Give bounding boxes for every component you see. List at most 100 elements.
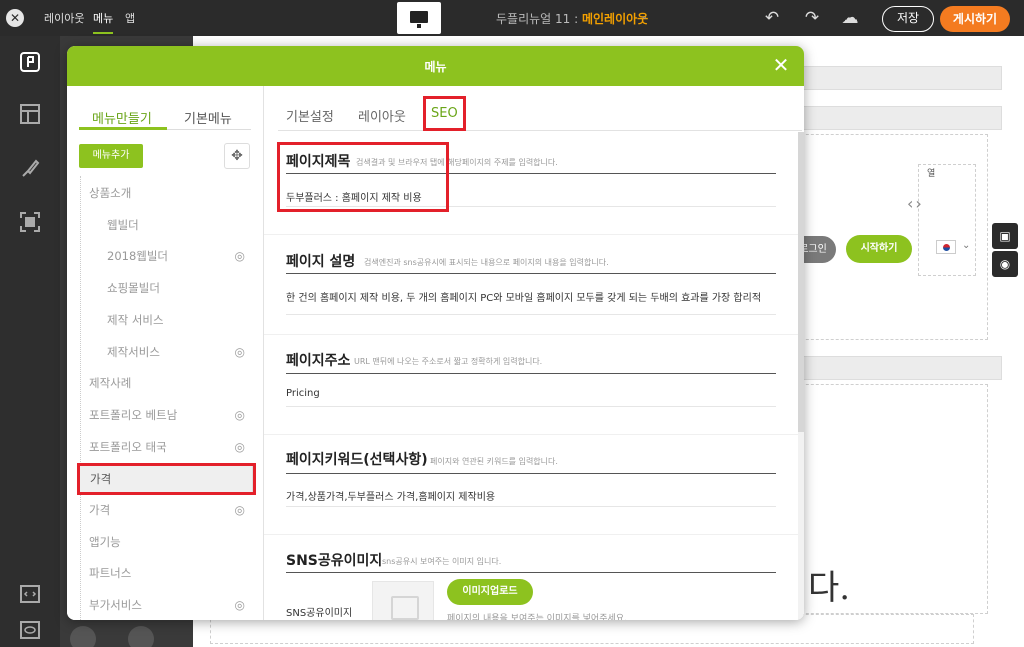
preview-icon[interactable] xyxy=(12,612,48,647)
menu-item-label: 제작 서비스 xyxy=(107,312,164,327)
menu-item-label: 제작사례 xyxy=(89,376,132,391)
start-button[interactable]: 시작하기 xyxy=(846,235,912,263)
seo-page-url-input[interactable]: Pricing xyxy=(286,388,778,399)
cloud-upload-icon[interactable]: ☁ xyxy=(838,6,862,30)
section-underline xyxy=(286,273,776,274)
section-divider xyxy=(264,534,798,535)
add-menu-button[interactable]: 메뉴추가 xyxy=(79,144,143,168)
section-underline xyxy=(286,473,776,474)
code-icon[interactable] xyxy=(12,576,48,612)
input-underline xyxy=(286,506,776,507)
canvas-heading: 다. xyxy=(808,568,851,608)
menu-item[interactable]: 제작사례 xyxy=(79,368,253,398)
menu-item[interactable]: 부가서비스 ◎ xyxy=(79,590,253,620)
brush-icon[interactable] xyxy=(12,151,48,187)
seo-page-title-label: 페이지제목 xyxy=(286,154,351,170)
tab-menu[interactable]: 메뉴 xyxy=(93,10,114,34)
sns-image-field-label: SNS공유이미지 xyxy=(286,608,353,619)
sns-image-note: 페이지의 내용을 보여주는 이미지를 넣어주세요. xyxy=(447,614,627,620)
move-icon[interactable]: ✥ xyxy=(224,143,250,169)
seo-keywords-help: 페이지와 연관된 키워드를 입력합니다. xyxy=(430,457,558,466)
chevron-down-icon[interactable]: ⌄ xyxy=(962,240,970,251)
tab-layout-settings[interactable]: 레이아웃 xyxy=(358,106,406,125)
seo-page-desc-label: 페이지 설명 xyxy=(286,254,356,270)
canvas-section xyxy=(918,164,976,276)
share-icon[interactable] xyxy=(128,626,154,647)
left-toolbar xyxy=(0,36,60,647)
menu-modal: 메뉴 ✕ 메뉴만들기 기본메뉴 메뉴추가 ✥ 상품소개 웹빌더 2018웹빌더 ◎ 쇼핑… xyxy=(67,46,804,620)
modal-header: 메뉴 ✕ xyxy=(67,46,804,86)
visibility-icon[interactable]: ◎ xyxy=(235,590,245,620)
menu-item[interactable]: 웹빌더 xyxy=(79,210,253,240)
menu-item-label: 부가서비스 xyxy=(89,598,142,613)
menu-item[interactable]: 제작 서비스 xyxy=(79,305,253,335)
mobile-icon[interactable] xyxy=(70,626,96,647)
menu-item[interactable]: 포트폴리오 베트남 ◎ xyxy=(79,400,253,430)
tab-divider xyxy=(278,130,802,131)
active-tab-indicator xyxy=(79,127,167,130)
save-button[interactable]: 저장 xyxy=(882,6,934,32)
close-icon[interactable]: ✕ xyxy=(770,54,792,76)
menu-list-panel: 메뉴만들기 기본메뉴 메뉴추가 ✥ 상품소개 웹빌더 2018웹빌더 ◎ 쇼핑몰빌더제작… xyxy=(67,86,264,620)
tab-layout[interactable]: 레이아웃 xyxy=(44,10,84,26)
capture-icon[interactable] xyxy=(12,204,48,240)
menu-item[interactable]: 파트너스 xyxy=(79,558,253,588)
undo-icon[interactable]: ↶ xyxy=(760,6,784,30)
seo-page-title-help: 검색결과 및 브라우저 탭에 해당페이지의 주제를 입력합니다. xyxy=(356,158,558,167)
top-bar: ✕ 레이아웃 메뉴 앱 두플리뉴얼 11 : 메인레이아웃 ⌄ ↶ ↷ ☁ 저장… xyxy=(0,0,1024,36)
tab-seo[interactable]: SEO xyxy=(431,106,458,121)
image-placeholder-icon xyxy=(372,581,434,620)
layout-icon[interactable] xyxy=(12,96,48,132)
scrollbar-thumb[interactable] xyxy=(798,132,804,432)
menu-item[interactable]: 쇼핑몰빌더 xyxy=(79,273,253,303)
visibility-icon[interactable]: ◎ xyxy=(235,432,245,462)
visibility-icon[interactable]: ◎ xyxy=(235,400,245,430)
publish-button[interactable]: 게시하기 xyxy=(940,6,1010,32)
canvas-block xyxy=(776,66,1002,90)
site-name: 두플리뉴얼 11 : xyxy=(496,12,582,26)
menu-item[interactable]: 2018웹빌더 ◎ xyxy=(79,241,253,271)
tab-default-menu[interactable]: 기본메뉴 xyxy=(184,108,232,127)
tab-menu-create[interactable]: 메뉴만들기 xyxy=(92,108,152,127)
close-editor-icon[interactable]: ✕ xyxy=(6,9,24,27)
column-label: 열 xyxy=(927,169,936,179)
menu-item-label: 쇼핑몰빌더 xyxy=(107,281,160,296)
section-underline xyxy=(286,572,776,573)
current-page-name: 메인레이아웃 xyxy=(581,12,649,26)
seo-page-desc-help: 검색엔진과 sns공유시에 표시되는 내용으로 페이지의 내용을 입력합니다. xyxy=(364,258,609,267)
visibility-icon[interactable]: ◎ xyxy=(235,337,245,367)
page-title[interactable]: 두플리뉴얼 11 : 메인레이아웃 xyxy=(496,10,648,27)
redo-icon[interactable]: ↷ xyxy=(800,6,824,30)
eye-icon[interactable]: ◉ xyxy=(992,251,1018,277)
modal-title: 메뉴 xyxy=(424,60,447,74)
book-icon[interactable]: ▣ xyxy=(992,223,1018,249)
menu-item-selected[interactable]: 가격 xyxy=(79,463,253,494)
desktop-view-button[interactable] xyxy=(397,2,441,34)
seo-sns-image-help: sns공유시 보여주는 이미지 입니다. xyxy=(382,557,502,566)
section-divider xyxy=(264,434,798,435)
menu-item[interactable]: 상품소개 xyxy=(79,178,253,208)
seo-keywords-label: 페이지키워드(선택사항) xyxy=(286,452,428,468)
korea-flag-icon[interactable] xyxy=(936,240,956,254)
visibility-icon[interactable]: ◎ xyxy=(235,241,245,271)
menu-item[interactable]: 가격 ◎ xyxy=(79,495,253,525)
seo-page-desc-input[interactable]: 한 건의 홈페이지 제작 비용, 두 개의 홈페이지 PC와 모바일 홈페이지 … xyxy=(286,289,778,304)
image-upload-button[interactable]: 이미지업로드 xyxy=(447,579,533,605)
chevron-down-icon[interactable]: ⌄ xyxy=(640,11,648,22)
seo-keywords-input[interactable]: 가격,상품가격,두부플러스 가격,홈페이지 제작비용 xyxy=(286,488,778,503)
menu-item[interactable]: 포트폴리오 태국 ◎ xyxy=(79,432,253,462)
menu-item[interactable]: 앱기능 xyxy=(79,527,253,557)
tab-basic-settings[interactable]: 기본설정 xyxy=(286,106,334,125)
monitor-icon xyxy=(410,11,428,28)
tab-app[interactable]: 앱 xyxy=(125,10,135,26)
menu-item-label: 파트너스 xyxy=(89,566,132,581)
section-divider xyxy=(264,234,798,235)
slider-arrows-icon[interactable]: ‹› xyxy=(907,194,924,213)
menu-item[interactable]: 제작서비스 ◎ xyxy=(79,337,253,367)
input-underline xyxy=(286,206,776,207)
canvas-block xyxy=(776,356,1002,380)
pages-icon[interactable] xyxy=(12,44,48,80)
section-underline xyxy=(286,173,776,174)
seo-page-title-input[interactable]: 두부플러스 : 홈페이지 제작 비용 xyxy=(286,189,778,204)
visibility-icon[interactable]: ◎ xyxy=(235,495,245,525)
